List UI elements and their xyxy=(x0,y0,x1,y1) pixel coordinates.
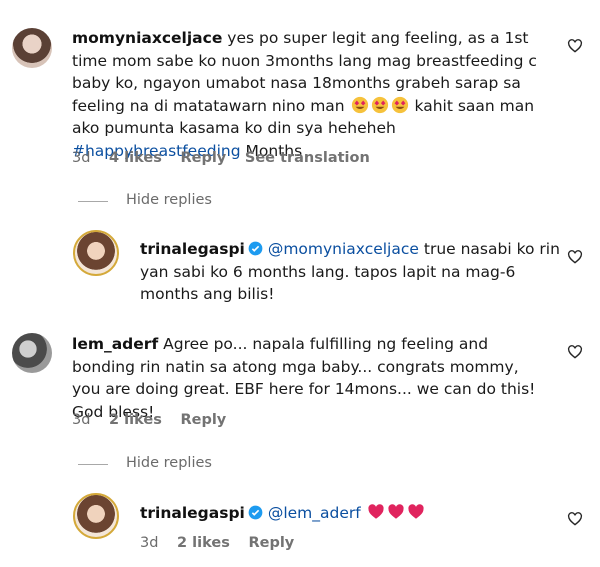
reply-username[interactable]: trinalegaspi xyxy=(140,240,245,258)
avatar[interactable] xyxy=(73,493,119,539)
comment-username[interactable]: momyniaxceljace xyxy=(72,29,222,47)
like-heart-icon[interactable] xyxy=(567,511,583,527)
comment-text: momyniaxceljace yes po super legit ang f… xyxy=(72,27,560,162)
divider-line xyxy=(78,201,108,202)
comment-meta: 3d 2 likes Reply xyxy=(72,412,240,428)
avatar[interactable] xyxy=(12,28,52,68)
likes-count[interactable]: 4 likes xyxy=(109,150,162,166)
see-translation-button[interactable]: See translation xyxy=(245,150,370,166)
comment-time: 3d xyxy=(72,412,91,428)
divider-line xyxy=(78,464,108,465)
reply-button[interactable]: Reply xyxy=(180,412,226,428)
hide-replies-button[interactable]: Hide replies xyxy=(126,455,212,471)
verified-badge-icon xyxy=(248,241,263,256)
heart-eyes-emoji xyxy=(350,96,415,115)
like-heart-icon[interactable] xyxy=(567,344,583,360)
comment-meta: 3d 4 likes Reply See translation xyxy=(72,150,384,166)
like-heart-icon[interactable] xyxy=(567,38,583,54)
reply-meta: 3d 2 likes Reply xyxy=(140,535,308,551)
reply-button[interactable]: Reply xyxy=(248,535,294,551)
comment-username[interactable]: lem_aderf xyxy=(72,335,158,353)
verified-badge-icon xyxy=(248,505,263,520)
mention-link[interactable]: @momyniaxceljace xyxy=(268,240,419,258)
reply-text: trinalegaspi @momyniaxceljace true nasab… xyxy=(140,238,560,306)
reply-username[interactable]: trinalegaspi xyxy=(140,504,245,522)
mention-link[interactable]: @lem_aderf xyxy=(268,504,361,522)
reply-button[interactable]: Reply xyxy=(180,150,226,166)
avatar[interactable] xyxy=(73,230,119,276)
comment-text: lem_aderf Agree po... napala fulfilling … xyxy=(72,333,552,423)
like-heart-icon[interactable] xyxy=(567,249,583,265)
red-heart-emoji xyxy=(366,504,426,522)
hide-replies-button[interactable]: Hide replies xyxy=(126,192,212,208)
avatar[interactable] xyxy=(12,333,52,373)
reply-time: 3d xyxy=(140,535,159,551)
likes-count[interactable]: 2 likes xyxy=(109,412,162,428)
reply-text: trinalegaspi @lem_aderf xyxy=(140,502,560,525)
comment-time: 3d xyxy=(72,150,91,166)
likes-count[interactable]: 2 likes xyxy=(177,535,230,551)
